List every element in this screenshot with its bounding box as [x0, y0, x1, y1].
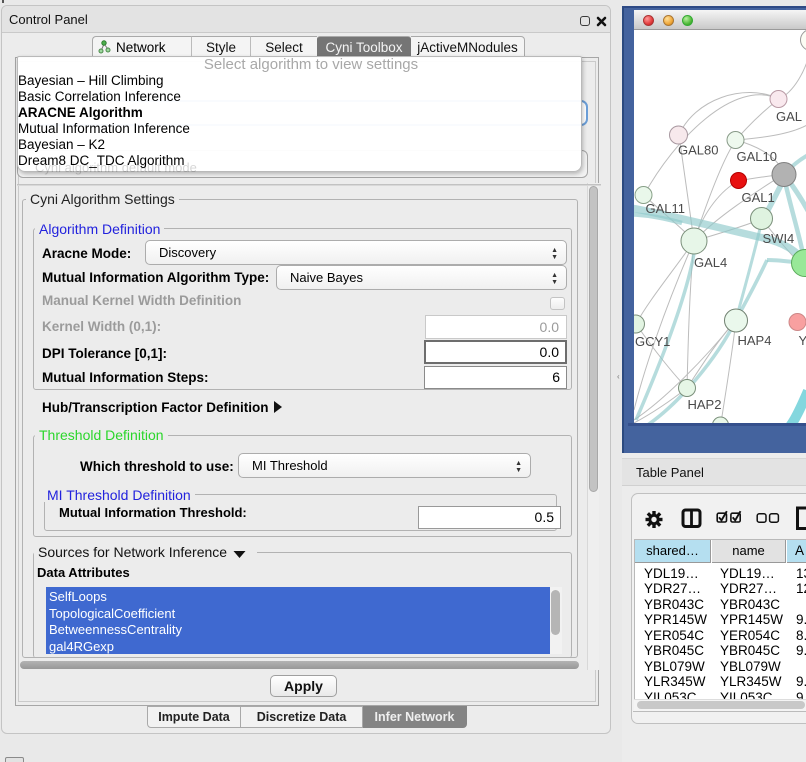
- svg-text:GAL80: GAL80: [678, 143, 718, 158]
- svg-text:GAL1: GAL1: [742, 190, 775, 205]
- svg-text:GAL: GAL: [776, 109, 802, 124]
- svg-text:GAL10: GAL10: [737, 149, 777, 164]
- svg-text:HAP2: HAP2: [688, 397, 722, 412]
- svg-text:GAL11: GAL11: [646, 201, 686, 216]
- svg-text:GAL4: GAL4: [694, 255, 727, 270]
- svg-text:GCY1: GCY1: [635, 334, 670, 349]
- svg-text:HAP4: HAP4: [738, 333, 772, 348]
- svg-text:Y: Y: [799, 333, 806, 348]
- svg-text:SWI4: SWI4: [763, 231, 795, 246]
